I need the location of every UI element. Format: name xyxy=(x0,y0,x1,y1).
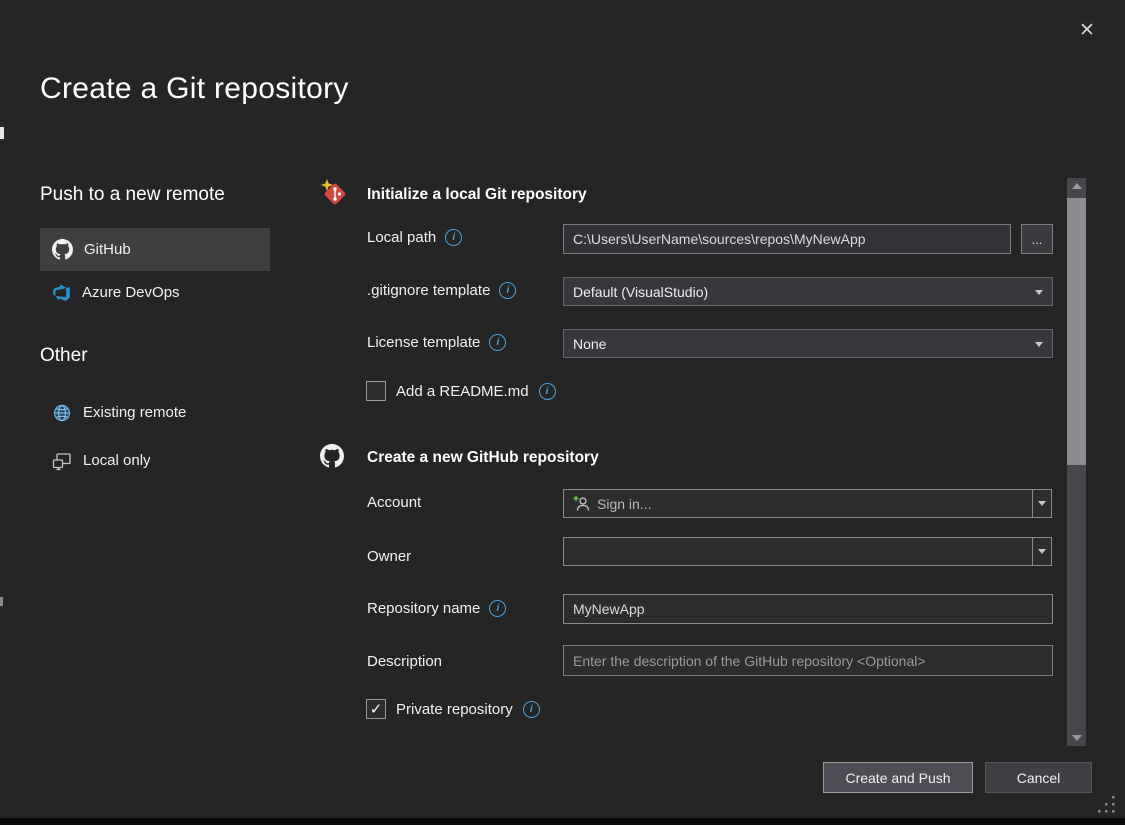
close-icon[interactable]: ✕ xyxy=(1075,18,1099,42)
scroll-up-icon[interactable] xyxy=(1067,178,1086,194)
sidebar-item-github[interactable]: GitHub xyxy=(40,228,270,271)
license-value: None xyxy=(573,336,606,352)
resize-grip[interactable] xyxy=(1095,793,1117,815)
sidebar-item-existing-remote[interactable]: Existing remote xyxy=(40,391,270,434)
sidebar-item-label: GitHub xyxy=(84,241,131,258)
browse-button[interactable]: ... xyxy=(1021,224,1053,254)
sidebar-item-label: Existing remote xyxy=(83,404,186,421)
scrollbar[interactable] xyxy=(1067,178,1086,746)
github-section-heading: Create a new GitHub repository xyxy=(367,449,599,467)
local-path-input[interactable] xyxy=(563,224,1011,254)
github-icon xyxy=(52,239,73,260)
info-icon[interactable] xyxy=(489,334,506,351)
license-dropdown[interactable]: None xyxy=(563,329,1053,358)
sidebar-item-label: Local only xyxy=(83,452,151,469)
account-label-row: Account xyxy=(367,494,421,511)
dropdown-caret-box[interactable] xyxy=(1032,490,1051,517)
description-input[interactable] xyxy=(563,645,1053,676)
readme-checkbox[interactable] xyxy=(366,381,386,401)
owner-dropdown[interactable] xyxy=(563,537,1052,566)
account-value: Sign in... xyxy=(597,496,651,512)
new-repository-icon xyxy=(320,179,348,207)
private-repo-checkbox[interactable] xyxy=(366,699,386,719)
edge-artifact xyxy=(0,597,3,606)
page-title: Create a Git repository xyxy=(40,72,349,106)
chevron-down-icon xyxy=(1035,342,1043,347)
window-bottom-edge xyxy=(0,818,1125,825)
sidebar-item-azure-devops[interactable]: Azure DevOps xyxy=(40,271,270,314)
init-section-heading: Initialize a local Git repository xyxy=(367,186,587,204)
github-icon xyxy=(320,444,344,468)
readme-label: Add a README.md xyxy=(396,383,529,400)
license-label: License template xyxy=(367,334,480,351)
private-repo-label: Private repository xyxy=(396,701,513,718)
license-label-row: License template xyxy=(367,334,506,351)
info-icon[interactable] xyxy=(539,383,556,400)
chevron-down-icon xyxy=(1035,290,1043,295)
description-label: Description xyxy=(367,653,442,670)
gitignore-label: .gitignore template xyxy=(367,282,490,299)
sidebar-item-label: Azure DevOps xyxy=(82,284,180,301)
azure-devops-icon xyxy=(52,283,71,302)
computer-icon xyxy=(52,451,72,471)
scroll-down-icon[interactable] xyxy=(1067,730,1086,746)
description-label-row: Description xyxy=(367,653,442,670)
edge-artifact xyxy=(0,127,4,139)
owner-label-row: Owner xyxy=(367,548,411,565)
push-remote-heading: Push to a new remote xyxy=(40,184,225,206)
repository-name-input[interactable] xyxy=(563,594,1053,624)
owner-label: Owner xyxy=(367,548,411,565)
cancel-button[interactable]: Cancel xyxy=(985,762,1092,793)
local-path-label-row: Local path xyxy=(367,229,462,246)
repo-name-label-row: Repository name xyxy=(367,600,506,617)
dropdown-caret-box[interactable] xyxy=(1032,538,1051,565)
local-path-label: Local path xyxy=(367,229,436,246)
info-icon[interactable] xyxy=(499,282,516,299)
gitignore-value: Default (VisualStudio) xyxy=(573,284,708,300)
chevron-down-icon xyxy=(1038,501,1046,506)
globe-icon xyxy=(52,403,72,423)
private-repo-row: Private repository xyxy=(366,699,540,719)
account-dropdown[interactable]: Sign in... xyxy=(563,489,1052,518)
readme-row: Add a README.md xyxy=(366,381,556,401)
create-and-push-button[interactable]: Create and Push xyxy=(823,762,973,793)
info-icon[interactable] xyxy=(445,229,462,246)
info-icon[interactable] xyxy=(489,600,506,617)
gitignore-dropdown[interactable]: Default (VisualStudio) xyxy=(563,277,1053,306)
gitignore-label-row: .gitignore template xyxy=(367,282,516,299)
other-heading: Other xyxy=(40,345,88,367)
create-git-repo-dialog: ✕ Create a Git repository Push to a new … xyxy=(0,0,1125,825)
chevron-down-icon xyxy=(1038,549,1046,554)
account-label: Account xyxy=(367,494,421,511)
repo-name-label: Repository name xyxy=(367,600,480,617)
info-icon[interactable] xyxy=(523,701,540,718)
sidebar-item-local-only[interactable]: Local only xyxy=(40,439,270,482)
scrollbar-thumb[interactable] xyxy=(1067,198,1086,465)
sign-in-icon xyxy=(573,495,590,512)
